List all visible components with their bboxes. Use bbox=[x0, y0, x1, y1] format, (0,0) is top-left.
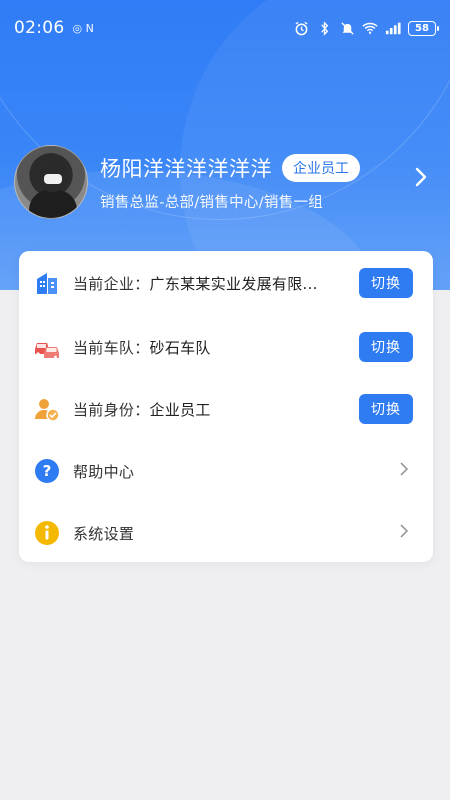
status-bar: 02:06 ◎ N 58 bbox=[0, 0, 450, 56]
building-icon bbox=[33, 269, 61, 297]
info-icon bbox=[33, 519, 61, 547]
department-path: 销售总监-总部/销售中心/销售一组 bbox=[100, 194, 324, 211]
status-notification-icons: ◎ N bbox=[72, 21, 94, 35]
company-label: 当前企业： bbox=[73, 274, 150, 293]
chevron-right-icon[interactable] bbox=[414, 166, 428, 194]
menu-row-identity[interactable]: 当前身份： 企业员工 切换 bbox=[19, 379, 433, 439]
bluetooth-icon bbox=[316, 20, 332, 36]
chevron-right-icon bbox=[399, 523, 409, 539]
role-badge: 企业员工 bbox=[282, 153, 360, 182]
alarm-icon bbox=[293, 21, 309, 35]
menu-row-help[interactable]: ? 帮助中心 bbox=[19, 441, 433, 501]
help-icon: ? bbox=[33, 457, 61, 485]
wifi-icon bbox=[362, 21, 378, 35]
user-name: 杨阳洋洋洋洋洋洋 bbox=[100, 156, 272, 181]
switch-identity-button[interactable]: 切换 bbox=[359, 394, 413, 424]
settings-card: 当前企业： 广东某某实业发展有限... 切换 当前车队： 砂石车队 切换 当前身… bbox=[19, 251, 433, 562]
fleet-value: 砂石车队 bbox=[149, 338, 211, 357]
user-check-icon bbox=[33, 395, 61, 423]
identity-label: 当前身份： bbox=[73, 400, 150, 419]
svg-text:?: ? bbox=[43, 462, 52, 480]
menu-row-fleet[interactable]: 当前车队： 砂石车队 切换 bbox=[19, 317, 433, 377]
battery-indicator: 58 bbox=[408, 20, 439, 36]
signal-icon bbox=[385, 21, 401, 35]
avatar[interactable] bbox=[14, 145, 88, 219]
mute-icon bbox=[339, 21, 355, 35]
menu-row-settings[interactable]: 系统设置 bbox=[19, 503, 433, 563]
switch-fleet-button[interactable]: 切换 bbox=[359, 332, 413, 362]
cars-icon bbox=[33, 333, 61, 361]
status-time: 02:06 bbox=[14, 18, 65, 38]
identity-value: 企业员工 bbox=[149, 400, 211, 419]
chevron-right-icon bbox=[399, 461, 409, 477]
help-label: 帮助中心 bbox=[73, 462, 135, 481]
company-value: 广东某某实业发展有限... bbox=[149, 274, 318, 293]
profile-header[interactable]: 杨阳洋洋洋洋洋洋 企业员工 销售总监-总部/销售中心/销售一组 bbox=[14, 142, 434, 222]
settings-label: 系统设置 bbox=[73, 524, 135, 543]
fleet-label: 当前车队： bbox=[73, 338, 150, 357]
menu-row-company[interactable]: 当前企业： 广东某某实业发展有限... 切换 bbox=[19, 253, 433, 313]
switch-company-button[interactable]: 切换 bbox=[359, 268, 413, 298]
